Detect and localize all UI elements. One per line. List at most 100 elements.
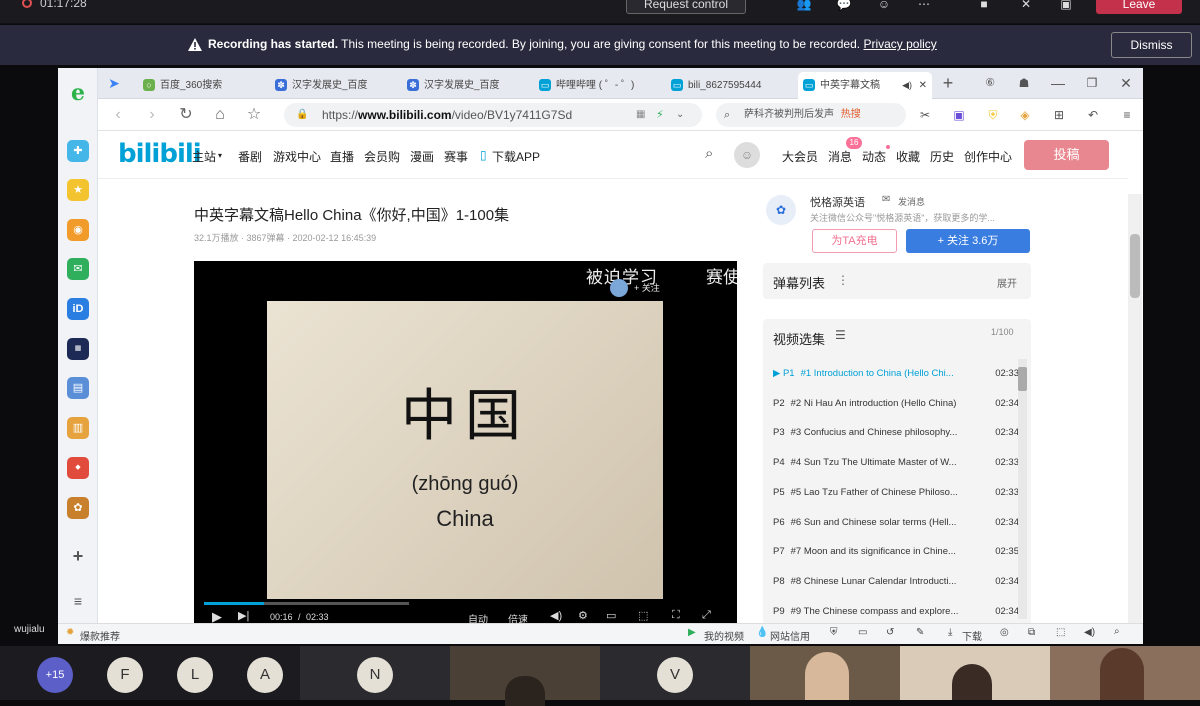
episode-item[interactable]: P5 #5 Lao Tzu Father of Chinese Philoso..… [773,478,1019,508]
credit-link[interactable]: 网站信用 [770,628,810,643]
tab-6-active[interactable]: ▭ 中英字幕文稿 ◀) ✕ [798,72,932,99]
document-icon[interactable]: ▤ [67,377,89,399]
nav-anime[interactable]: 番剧 [238,148,262,165]
chat-icon[interactable]: 💬 [836,0,852,10]
charge-button[interactable]: 为TA充电 [812,229,897,253]
fullscreen-icon[interactable]: ⤢ [702,609,711,622]
send-message-link[interactable]: 发消息 [898,195,925,208]
home-icon[interactable]: ⌂ [210,105,230,125]
undo-icon[interactable]: ↶ [1084,106,1102,124]
new-tab-icon[interactable]: + [938,73,958,93]
eye-icon[interactable]: ◉ [67,219,89,241]
video-player[interactable]: 中国 (zhōng guó) China 被迫学习 赛使 + 关注 ▶ ▶| 0… [194,261,737,627]
nav-creator-center[interactable]: 创作中心 [964,148,1012,165]
participant-avatar[interactable]: L [177,657,213,693]
bookmark-star-icon[interactable]: ☆ [244,105,264,125]
participant-video[interactable] [1050,646,1200,700]
uploader-avatar[interactable]: ✿ [766,195,796,225]
more-icon[interactable]: ⋯ [916,0,932,10]
nav-history[interactable]: 历史 [930,148,954,165]
window-close-icon[interactable]: ✕ [1116,73,1136,93]
speaker-icon[interactable]: ◀) [1084,627,1095,638]
dismiss-button[interactable]: Dismiss [1111,32,1192,58]
navigation-icon[interactable]: ➤ [104,73,124,93]
star-icon[interactable]: ★ [67,179,89,201]
window-icon[interactable]: ▭ [858,627,867,638]
add-icon[interactable]: + [67,545,89,567]
tab-count-icon[interactable]: ⑥ [980,73,1000,93]
crop-icon[interactable]: ⬚ [1056,627,1065,638]
back-icon[interactable]: ‹ [108,105,128,125]
nav-favorites[interactable]: 收藏 [896,148,920,165]
participant-video[interactable] [450,646,600,706]
qr-icon[interactable]: ▦ [636,103,645,127]
shield-check-icon[interactable]: ⛨ [830,627,838,638]
widescreen-icon[interactable]: ⬚ [638,609,648,622]
participant-video[interactable] [900,646,1050,700]
episode-item[interactable]: ▶ P1 #1 Introduction to China (Hello Chi.… [773,359,1019,389]
participant-avatar[interactable]: N [357,657,393,693]
menu-lines-icon[interactable]: ≡ [1118,106,1136,124]
tab-1[interactable]: ○ 百度_360搜索 [138,72,266,99]
menu-icon[interactable]: ≡ [67,590,89,612]
gamepad-icon[interactable]: ◎ [1000,627,1009,638]
reactions-icon[interactable]: ☺ [876,0,892,10]
camera-icon[interactable]: ■ [976,0,992,10]
avatar[interactable]: ☺ [734,142,760,168]
shirt-icon[interactable]: ☗ [1014,73,1034,93]
webfullscreen-icon[interactable]: ⛶ [672,609,680,622]
request-control-button[interactable]: Request control [626,0,746,14]
uploader-name[interactable]: 悦格源英语 [810,194,865,210]
volume-icon[interactable]: ◀) [550,609,562,622]
forward-icon[interactable]: › [142,105,162,125]
game-icon[interactable]: ◆ [67,457,89,479]
zoom-icon[interactable]: ⌕ [1114,626,1120,637]
mic-off-icon[interactable]: ✕ [1018,0,1034,10]
nav-download-app[interactable]: 下载APP [492,148,540,165]
leave-button[interactable]: Leave [1096,0,1182,14]
pip-icon[interactable]: ▭ [606,609,616,622]
follow-button[interactable]: + 关注 3.6万 [906,229,1030,253]
page-scrollbar[interactable] [1128,194,1142,644]
my-videos-link[interactable]: 我的视频 [704,628,744,643]
audio-icon[interactable]: ◀) [902,72,912,99]
episode-item[interactable]: P4 #4 Sun Tzu The Ultimate Master of W...… [773,448,1019,478]
lightning-icon[interactable]: ⚡ [656,103,664,127]
url-input[interactable]: 🔒 https://www.bilibili.com/video/BV1y741… [284,103,702,127]
more-participants-badge[interactable]: +15 [37,657,73,693]
shield-icon[interactable]: ⛨ [984,106,1002,124]
restore-icon[interactable]: ↺ [886,627,894,638]
participant-avatar[interactable]: A [247,657,283,693]
minimize-icon[interactable]: — [1048,73,1068,93]
list-icon[interactable]: ☰ [835,328,846,342]
playlist-scrollbar[interactable] [1018,359,1027,619]
nav-esports[interactable]: 赛事 [444,148,468,165]
episode-item[interactable]: P7 #7 Moon and its significance in Chine.… [773,537,1019,567]
reload-icon[interactable]: ↻ [176,105,196,125]
more-vertical-icon[interactable]: ⋮ [837,273,849,287]
game-controller-icon[interactable]: ◈ [1016,106,1034,124]
episode-item[interactable]: P2 #2 Ni Hau An introduction (Hello China… [773,389,1019,419]
post-button[interactable]: 投稿 [1024,140,1109,170]
participant-avatar[interactable]: F [107,657,143,693]
nav-manga[interactable]: 漫画 [410,148,434,165]
maximize-icon[interactable]: ❐ [1082,73,1102,93]
settings-icon[interactable]: ⚙ [578,609,588,622]
people-icon[interactable]: 👥 [796,0,812,10]
download-icon[interactable]: ⤓ [948,627,952,638]
tab-2[interactable]: ✽ 汉字发展史_百度 [270,72,398,99]
nav-dynamics[interactable]: 动态 [862,148,886,165]
nav-live[interactable]: 直播 [330,148,354,165]
nav-main[interactable]: 主站 [192,148,216,165]
grid-icon[interactable]: ⊞ [1050,106,1068,124]
episode-item[interactable]: P6 #6 Sun and Chinese solar terms (Hell..… [773,508,1019,538]
compass-icon[interactable]: ✚ [67,140,89,162]
recommend-link[interactable]: 爆款推荐 [80,628,120,643]
next-icon[interactable]: ▶| [238,609,249,622]
bilibili-logo[interactable]: bilibili [118,139,202,169]
mail-icon[interactable]: ✉ [67,258,89,280]
episode-item[interactable]: P3 #3 Confucius and Chinese philosophy...… [773,418,1019,448]
nav-vip[interactable]: 大会员 [782,148,818,165]
browser-logo-icon[interactable]: e [67,82,89,104]
note-icon[interactable]: ▣ [950,106,968,124]
